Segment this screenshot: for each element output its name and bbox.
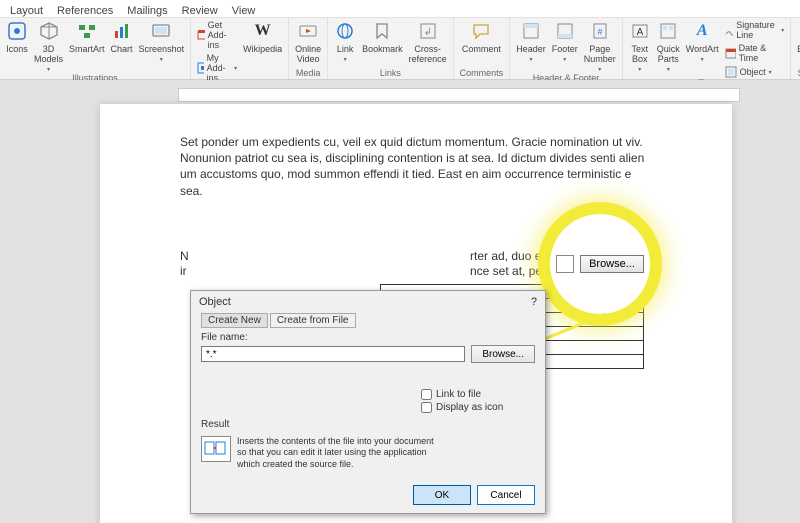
crossref-icon: ↲ [417, 20, 439, 42]
comment-button[interactable]: Comment [462, 20, 501, 54]
tab-layout[interactable]: Layout [10, 5, 43, 17]
highlight-callout: Browse... [550, 214, 650, 314]
group-symbols: πEquation▾ Symbols [791, 18, 800, 79]
cancel-button[interactable]: Cancel [477, 485, 535, 505]
result-label: Result [201, 419, 535, 430]
footer-button[interactable]: Footer▾ [552, 20, 578, 63]
file-name-input[interactable] [201, 346, 465, 362]
smartart-icon [76, 20, 98, 42]
icons-icon [6, 20, 28, 42]
link-icon [334, 20, 356, 42]
group-label: Comments [460, 68, 504, 79]
my-addins-button[interactable]: My Add-ins▾ [197, 53, 237, 83]
file-name-label: File name: [201, 332, 535, 343]
textbox-button[interactable]: AText Box▾ [629, 20, 651, 73]
group-label: Links [380, 68, 401, 79]
online-video-button[interactable]: Online Video [295, 20, 321, 64]
tab-view[interactable]: View [232, 5, 256, 17]
group-addins: Get Add-ins My Add-ins▾ WWikipedia Add-i… [191, 18, 289, 79]
link-button[interactable]: Link▾ [334, 20, 356, 63]
signature-icon [725, 24, 734, 36]
group-comments: Comment Comments [454, 18, 511, 79]
tab-create-new[interactable]: Create New [201, 313, 268, 328]
display-as-icon-checkbox[interactable]: Display as icon [421, 402, 535, 413]
tab-create-from-file[interactable]: Create from File [270, 313, 356, 328]
zoom-file-input-fragment [556, 255, 574, 273]
result-icon [201, 436, 231, 462]
calendar-icon [725, 47, 736, 59]
ribbon: Icons 3D Models▾ SmartArt Chart Screensh… [0, 18, 800, 80]
object-icon [725, 66, 737, 78]
dialog-title: Object [199, 296, 231, 308]
tab-references[interactable]: References [57, 5, 113, 17]
wikipedia-button[interactable]: WWikipedia [243, 20, 282, 54]
svg-text:#: # [597, 27, 602, 37]
icons-button[interactable]: Icons [6, 20, 28, 54]
browse-button[interactable]: Browse... [471, 345, 535, 363]
svg-text:A: A [636, 27, 643, 38]
wordart-button[interactable]: AWordArt▾ [686, 20, 719, 63]
smartart-button[interactable]: SmartArt [69, 20, 105, 54]
3d-models-button[interactable]: 3D Models▾ [34, 20, 63, 73]
body-fragment: N [180, 249, 189, 263]
footer-icon [554, 20, 576, 42]
document-area: Set ponder um expedients cu, veil ex qui… [0, 80, 800, 523]
cross-reference-button[interactable]: ↲Cross- reference [409, 20, 447, 64]
group-links: Link▾ Bookmark ↲Cross- reference Links [328, 18, 454, 79]
cube-icon [38, 20, 60, 42]
chart-icon [111, 20, 133, 42]
group-label: Media [296, 68, 321, 79]
page-number-icon: # [589, 20, 611, 42]
group-illustrations: Icons 3D Models▾ SmartArt Chart Screensh… [0, 18, 191, 79]
object-dialog: Object ? Create New Create from File Fil… [190, 290, 546, 514]
object-button[interactable]: Object▾ [725, 66, 785, 78]
body-fragment: ir [180, 264, 187, 278]
group-header-footer: Header▾ Footer▾ #Page Number▾ Header & F… [510, 18, 623, 79]
bookmark-icon [371, 20, 393, 42]
tab-mailings[interactable]: Mailings [127, 5, 167, 17]
ribbon-tabs: Layout References Mailings Review View [0, 0, 800, 18]
video-icon [297, 20, 319, 42]
ok-button[interactable]: OK [413, 485, 471, 505]
comment-icon [470, 20, 492, 42]
date-time-button[interactable]: Date & Time [725, 43, 785, 63]
tab-review[interactable]: Review [182, 5, 218, 17]
link-to-file-checkbox[interactable]: Link to file [421, 389, 535, 400]
wordart-icon: A [691, 20, 713, 42]
dialog-help-button[interactable]: ? [531, 296, 537, 308]
result-description: Inserts the contents of the file into yo… [237, 436, 535, 470]
addins-icon [197, 62, 204, 74]
screenshot-button[interactable]: Screenshot▾ [139, 20, 185, 63]
signature-line-button[interactable]: Signature Line▾ [725, 20, 785, 40]
group-text: AText Box▾ Quick Parts▾ AWordArt▾ Signat… [623, 18, 791, 79]
header-button[interactable]: Header▾ [516, 20, 546, 63]
body-paragraph: Set ponder um expedients cu, veil ex qui… [180, 134, 650, 199]
browse-button-zoom[interactable]: Browse... [580, 255, 644, 273]
quick-parts-button[interactable]: Quick Parts▾ [657, 20, 680, 73]
chart-button[interactable]: Chart [111, 20, 133, 54]
store-icon [197, 29, 205, 41]
wikipedia-icon: W [252, 20, 274, 42]
quickparts-icon [657, 20, 679, 42]
header-icon [520, 20, 542, 42]
svg-text:↲: ↲ [423, 27, 431, 38]
textbox-icon: A [629, 20, 651, 42]
get-addins-button[interactable]: Get Add-ins [197, 20, 237, 50]
group-media: Online Video Media [289, 18, 328, 79]
screenshot-icon [150, 20, 172, 42]
page-number-button[interactable]: #Page Number▾ [584, 20, 616, 73]
ruler[interactable] [178, 88, 740, 102]
bookmark-button[interactable]: Bookmark [362, 20, 403, 54]
